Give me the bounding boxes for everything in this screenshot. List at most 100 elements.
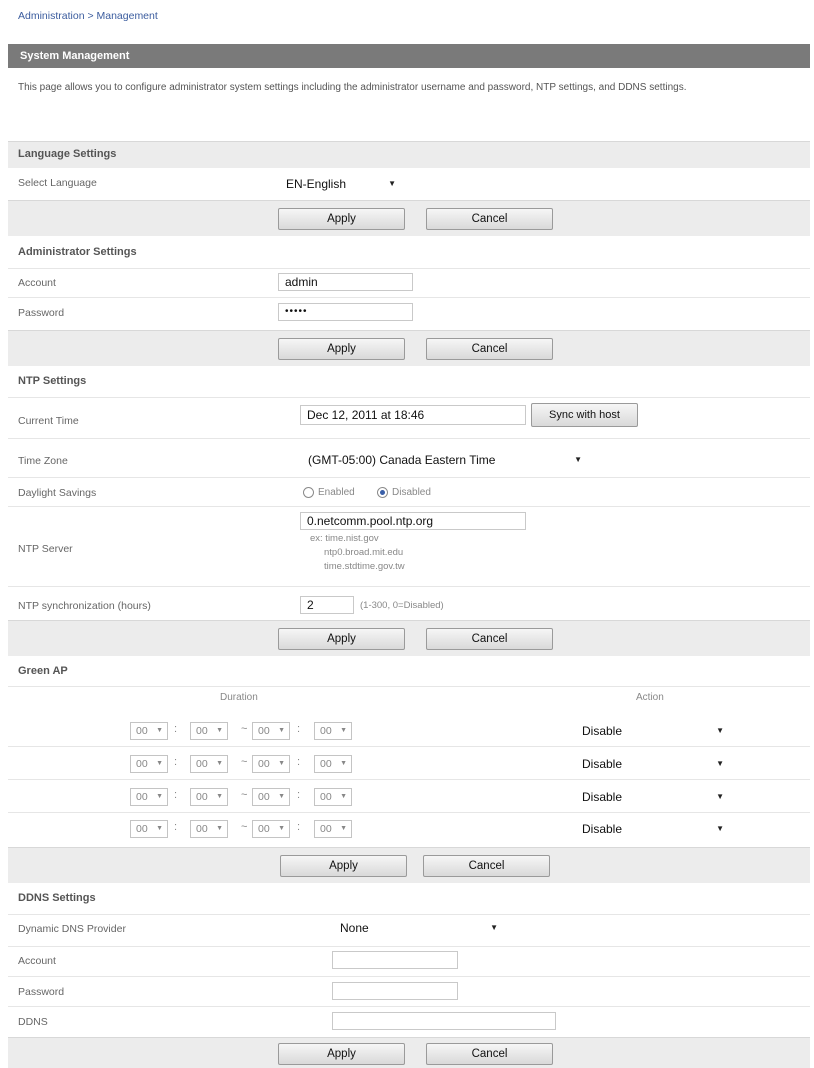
language-select[interactable]: EN-English ▼ (278, 173, 404, 195)
ddns-account-input[interactable] (332, 951, 458, 969)
chevron-down-icon: ▼ (716, 792, 724, 801)
timezone-select-value: (GMT-05:00) Canada Eastern Time (308, 453, 496, 467)
divider (8, 812, 810, 813)
end-minute-select[interactable]: 00 ▼ (314, 788, 352, 806)
chevron-down-icon: ▼ (156, 793, 163, 800)
daylight-enabled-radio[interactable] (303, 487, 314, 498)
ddns-password-label: Password (18, 986, 65, 998)
green-ap-button-band (8, 847, 810, 883)
range-separator: ~ (241, 723, 248, 735)
divider (8, 946, 810, 947)
ntp-server-label: NTP Server (18, 543, 73, 555)
end-minute-value: 00 (320, 791, 332, 803)
admin-account-label: Account (18, 277, 56, 289)
end-minute-select[interactable]: 00 ▼ (314, 820, 352, 838)
colon-separator: : (297, 789, 301, 801)
ntp-example-2: ntp0.broad.mit.edu (324, 547, 404, 558)
admin-account-input[interactable]: admin (278, 273, 413, 291)
start-minute-value: 00 (196, 823, 208, 835)
end-hour-select[interactable]: 00 ▼ (252, 722, 290, 740)
green-ap-action-select[interactable]: Disable ▼ (574, 786, 732, 808)
chevron-down-icon: ▼ (490, 923, 498, 932)
divider (8, 586, 810, 587)
green-ap-action-value: Disable (582, 757, 623, 771)
end-minute-select[interactable]: 00 ▼ (314, 722, 352, 740)
start-minute-value: 00 (196, 725, 208, 737)
start-hour-value: 00 (136, 823, 148, 835)
end-hour-select[interactable]: 00 ▼ (252, 788, 290, 806)
chevron-down-icon: ▼ (156, 760, 163, 767)
green-ap-cancel-button[interactable]: Cancel (423, 855, 550, 877)
start-minute-select[interactable]: 00 ▼ (190, 788, 228, 806)
start-hour-select[interactable]: 00 ▼ (130, 755, 168, 773)
start-minute-select[interactable]: 00 ▼ (190, 722, 228, 740)
page-description: This page allows you to configure admini… (18, 82, 687, 93)
ntp-example-3: time.stdtime.gov.tw (324, 561, 405, 572)
green-ap-action-value: Disable (582, 790, 623, 804)
range-separator: ~ (241, 821, 248, 833)
daylight-enabled-label: Enabled (318, 487, 355, 498)
ntp-sync-hint: (1-300, 0=Disabled) (360, 600, 444, 611)
ntp-heading: NTP Settings (18, 375, 87, 387)
language-apply-button[interactable]: Apply (278, 208, 405, 230)
admin-cancel-button[interactable]: Cancel (426, 338, 553, 360)
chevron-down-icon: ▼ (278, 825, 285, 832)
start-minute-value: 00 (196, 758, 208, 770)
green-ap-action-select[interactable]: Disable ▼ (574, 720, 732, 742)
ntp-cancel-button[interactable]: Cancel (426, 628, 553, 650)
ddns-hostname-input[interactable] (332, 1012, 556, 1030)
language-cancel-button[interactable]: Cancel (426, 208, 553, 230)
ntp-sync-input[interactable]: 2 (300, 596, 354, 614)
chevron-down-icon: ▼ (216, 793, 223, 800)
green-ap-action-select[interactable]: Disable ▼ (574, 818, 732, 840)
ntp-sync-label: NTP synchronization (hours) (18, 600, 151, 612)
start-minute-select[interactable]: 00 ▼ (190, 755, 228, 773)
divider (8, 268, 810, 269)
chevron-down-icon: ▼ (278, 727, 285, 734)
colon-separator: : (174, 789, 178, 801)
admin-apply-button[interactable]: Apply (278, 338, 405, 360)
daylight-disabled-radio[interactable] (377, 487, 388, 498)
chevron-down-icon: ▼ (216, 760, 223, 767)
end-hour-select[interactable]: 00 ▼ (252, 820, 290, 838)
ddns-button-band (8, 1037, 810, 1068)
ddns-hostname-label: DDNS (18, 1016, 48, 1028)
start-hour-select[interactable]: 00 ▼ (130, 820, 168, 838)
end-minute-select[interactable]: 00 ▼ (314, 755, 352, 773)
ddns-account-label: Account (18, 955, 56, 967)
timezone-select[interactable]: (GMT-05:00) Canada Eastern Time ▼ (300, 449, 590, 471)
ddns-heading: DDNS Settings (18, 892, 96, 904)
colon-separator: : (174, 821, 178, 833)
start-hour-value: 00 (136, 791, 148, 803)
chevron-down-icon: ▼ (716, 759, 724, 768)
start-hour-select[interactable]: 00 ▼ (130, 788, 168, 806)
end-hour-value: 00 (258, 823, 270, 835)
end-hour-select[interactable]: 00 ▼ (252, 755, 290, 773)
start-minute-select[interactable]: 00 ▼ (190, 820, 228, 838)
ntp-apply-button[interactable]: Apply (278, 628, 405, 650)
divider (8, 477, 810, 478)
green-ap-action-select[interactable]: Disable ▼ (574, 753, 732, 775)
ddns-cancel-button[interactable]: Cancel (426, 1043, 553, 1065)
ddns-apply-button[interactable]: Apply (278, 1043, 405, 1065)
green-ap-heading: Green AP (18, 665, 68, 677)
green-ap-apply-button[interactable]: Apply (280, 855, 407, 877)
ntp-server-input[interactable]: 0.netcomm.pool.ntp.org (300, 512, 526, 530)
current-time-field: Dec 12, 2011 at 18:46 (300, 405, 526, 425)
admin-button-band (8, 330, 810, 366)
chevron-down-icon: ▼ (340, 760, 347, 767)
green-ap-action-value: Disable (582, 822, 623, 836)
ddns-password-input[interactable] (332, 982, 458, 1000)
admin-password-input[interactable]: ••••• (278, 303, 413, 321)
current-time-label: Current Time (18, 415, 79, 427)
page-title: System Management (8, 44, 810, 68)
ddns-provider-select[interactable]: None ▼ (332, 917, 506, 939)
sync-with-host-button[interactable]: Sync with host (531, 403, 638, 427)
end-hour-value: 00 (258, 791, 270, 803)
divider (8, 1006, 810, 1007)
ntp-button-band (8, 620, 810, 656)
start-hour-select[interactable]: 00 ▼ (130, 722, 168, 740)
divider (8, 914, 810, 915)
divider (8, 779, 810, 780)
language-heading-band (8, 141, 810, 168)
